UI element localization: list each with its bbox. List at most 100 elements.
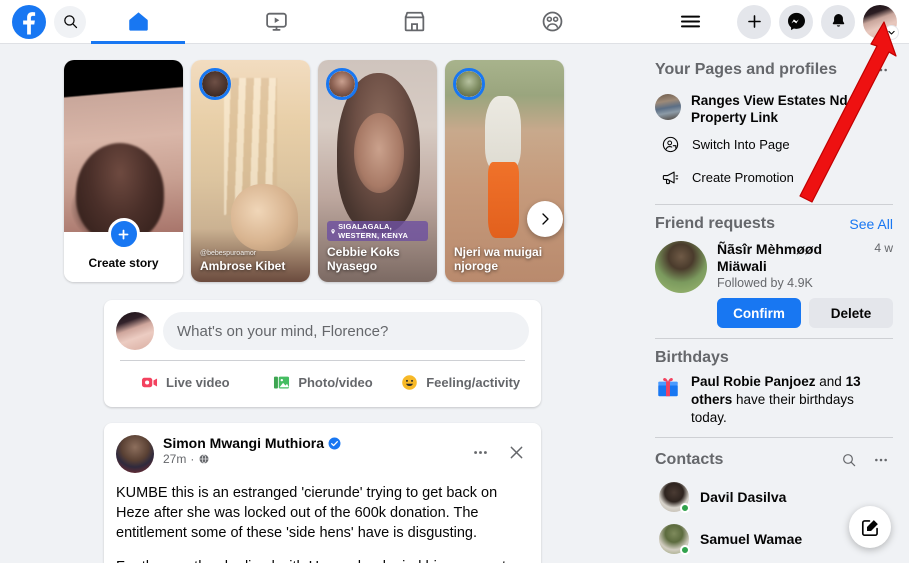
tab-video[interactable]: [229, 0, 323, 44]
pages-menu-button[interactable]: [869, 58, 893, 82]
post-author-row: Simon Mwangi Muthiora: [163, 435, 467, 451]
post-body: KUMBE this is an estranged 'cierunde' tr…: [104, 473, 541, 563]
compose-message-button[interactable]: [849, 506, 891, 548]
post-author-avatar[interactable]: [116, 435, 154, 473]
story-footer: SIGALAGALA, WESTERN, KENYA Cebbie Koks N…: [318, 221, 437, 282]
post-composer: What's on your mind, Florence? Live vide…: [104, 300, 541, 407]
feeling-activity-button[interactable]: Feeling/activity: [391, 365, 529, 399]
post-paragraph: KUMBE this is an estranged 'cierunde' tr…: [116, 485, 498, 541]
post-separator: ·: [190, 452, 195, 466]
messenger-button[interactable]: [779, 4, 813, 39]
chevron-right-icon: [542, 213, 549, 225]
photo-video-label: Photo/video: [298, 374, 373, 390]
feed-post: Simon Mwangi Muthiora 27m · KUMBE this i…: [104, 423, 541, 563]
contact-avatar: [659, 524, 690, 555]
facebook-logo[interactable]: [12, 4, 46, 39]
location-pin-icon: [331, 228, 335, 234]
chevron-down-icon: [888, 30, 895, 35]
pages-section-title: Your Pages and profiles: [655, 61, 837, 78]
megaphone-icon: [662, 171, 679, 185]
create-story-thumbnail: [64, 60, 183, 232]
photo-video-icon: [274, 376, 290, 388]
friend-requests-title: Friend requests: [655, 215, 776, 232]
post-paragraph: For the months she lived with Heze, she …: [116, 557, 529, 563]
friend-request-mutual: Followed by 4.9K: [717, 276, 813, 290]
switch-profile-icon: [662, 136, 679, 153]
page-item[interactable]: Ranges View Estates Nd Property Link: [655, 90, 893, 128]
globe-icon: [199, 454, 209, 464]
video-icon: [265, 12, 287, 31]
post-menu-button[interactable]: [467, 439, 493, 465]
create-story-card[interactable]: Create story: [64, 60, 183, 282]
story-author-avatar: [326, 68, 358, 100]
ellipsis-icon: [875, 458, 887, 462]
birthdays-title: Birthdays: [655, 349, 729, 366]
confirm-button[interactable]: Confirm: [717, 298, 801, 328]
feeling-activity-label: Feeling/activity: [426, 374, 521, 390]
post-close-button[interactable]: [503, 439, 529, 465]
tab-marketplace[interactable]: [367, 0, 461, 44]
post-author-name[interactable]: Simon Mwangi Muthiora: [163, 435, 324, 451]
online-status-indicator: [680, 503, 690, 513]
news-feed-column: Create story @bebespuroamor Ambrose Kibe…: [0, 44, 645, 563]
composer-actions: Live video Photo/video Feeling/activity: [116, 365, 529, 399]
contact-avatar: [659, 482, 690, 513]
page-avatar: [655, 94, 681, 120]
post-timestamp-row: 27m ·: [163, 452, 467, 466]
photo-video-button[interactable]: Photo/video: [254, 365, 392, 399]
post-meta: Simon Mwangi Muthiora 27m ·: [154, 435, 467, 466]
contacts-menu-button[interactable]: [869, 448, 893, 472]
story-author-name: Njeri wa muigai njoroge: [454, 245, 543, 273]
post-timestamp[interactable]: 27m: [163, 452, 186, 466]
tab-groups[interactable]: [505, 0, 599, 44]
compose-icon: [861, 519, 878, 536]
story-card[interactable]: Njeri wa muigai njoroge: [445, 60, 564, 282]
stories-next-button[interactable]: [527, 201, 563, 237]
nav-tabs: [91, 0, 737, 44]
notifications-button[interactable]: [821, 4, 855, 39]
story-card[interactable]: SIGALAGALA, WESTERN, KENYA Cebbie Koks N…: [318, 60, 437, 282]
friend-requests-header: Friend requests See All: [655, 215, 893, 233]
friend-request-avatar[interactable]: [655, 241, 707, 293]
contacts-search-button[interactable]: [837, 448, 861, 472]
create-button[interactable]: [737, 4, 771, 39]
composer-top-row: What's on your mind, Florence?: [116, 312, 529, 350]
tab-menu[interactable]: [643, 0, 737, 44]
bell-icon: [832, 14, 844, 27]
account-avatar[interactable]: [863, 4, 899, 40]
online-status-indicator: [680, 545, 690, 555]
home-icon: [128, 12, 148, 31]
switch-into-page-link[interactable]: Switch Into Page: [655, 128, 893, 161]
friend-requests-see-all[interactable]: See All: [849, 216, 893, 232]
create-promotion-link[interactable]: Create Promotion: [655, 161, 893, 194]
birthday-name: Paul Robie Panjoez: [691, 374, 816, 389]
divider: [655, 437, 893, 438]
create-story-plus-button[interactable]: [107, 218, 140, 250]
contacts-header: Contacts: [655, 448, 893, 472]
nav-actions: [737, 4, 909, 40]
composer-input[interactable]: What's on your mind, Florence?: [163, 312, 529, 350]
birthday-text: Paul Robie Panjoez and 13 others have th…: [691, 373, 893, 427]
search-icon: [63, 15, 77, 29]
live-video-label: Live video: [166, 374, 230, 390]
page-name: Ranges View Estates Nd Property Link: [691, 93, 848, 125]
top-navigation-bar: [0, 0, 909, 44]
story-author-name: Ambrose Kibet: [200, 259, 286, 273]
close-icon: [510, 446, 522, 458]
delete-button[interactable]: Delete: [809, 298, 893, 328]
friend-request-name[interactable]: Ñãsîr Mèhmøød Miäwali: [717, 241, 868, 275]
birthday-item[interactable]: Paul Robie Panjoez and 13 others have th…: [655, 373, 893, 427]
composer-avatar[interactable]: [116, 312, 154, 350]
friend-request-time: 4 w: [874, 241, 893, 255]
story-location-tag: SIGALAGALA, WESTERN, KENYA: [327, 221, 428, 241]
story-card[interactable]: @bebespuroamor Ambrose Kibet: [191, 60, 310, 282]
gift-icon: [658, 378, 678, 397]
pages-section-header: Your Pages and profiles: [655, 58, 893, 82]
contacts-title: Contacts: [655, 451, 724, 468]
story-footer: Njeri wa muigai njoroge: [445, 245, 564, 282]
messenger-icon: [787, 12, 805, 31]
search-button[interactable]: [54, 5, 86, 38]
nav-left-group: [0, 4, 91, 39]
tab-home[interactable]: [91, 0, 185, 44]
live-video-button[interactable]: Live video: [116, 365, 254, 399]
